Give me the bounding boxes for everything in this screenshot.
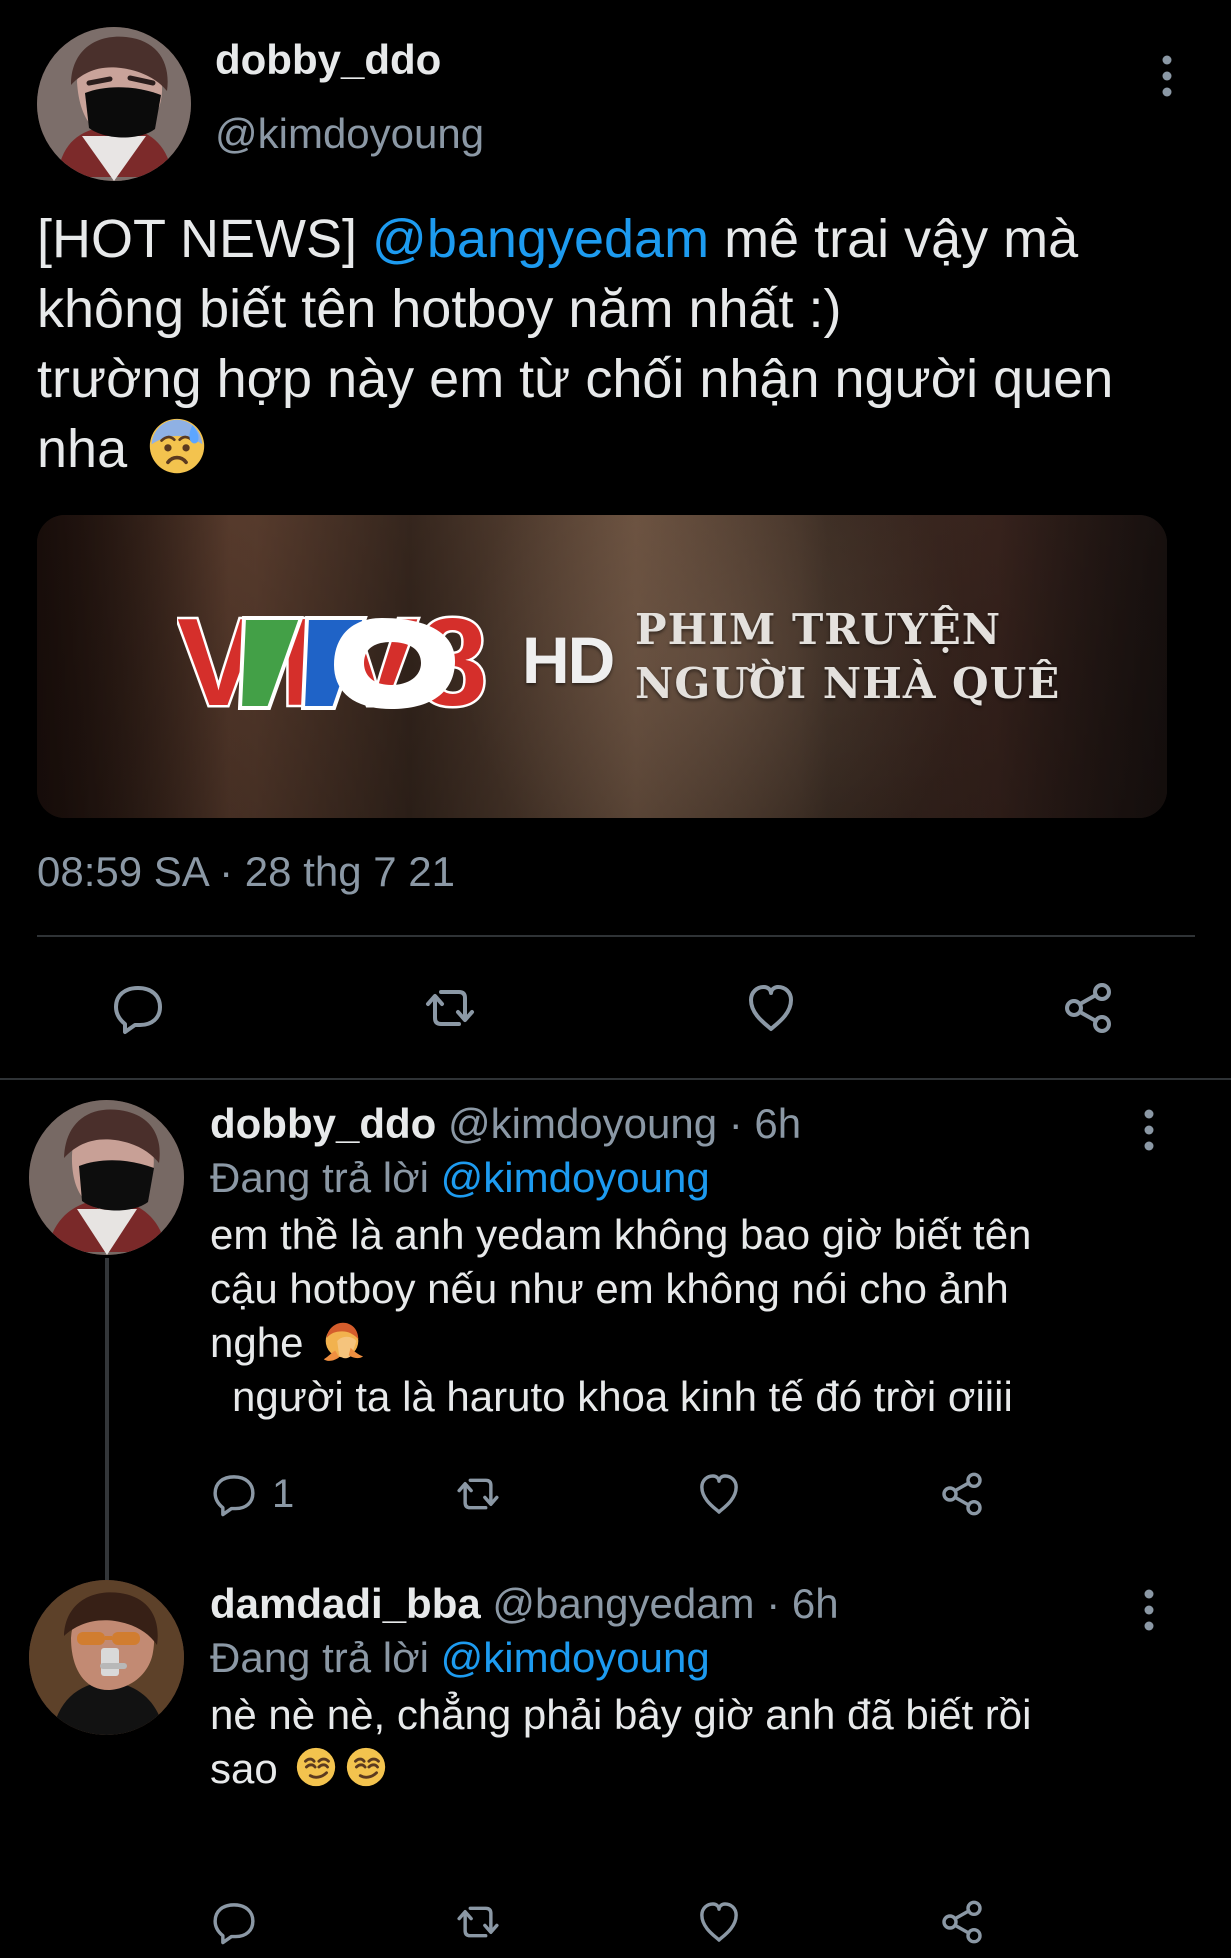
reply-author-name[interactable]: damdadi_bba xyxy=(210,1580,481,1627)
facepalm-icon xyxy=(319,1318,365,1364)
tweet-text: [HOT NEWS] @bangyedam mê trai vậy mà khô… xyxy=(37,204,1207,484)
reply-author-name[interactable]: dobby_ddo xyxy=(210,1100,436,1147)
tweet-line-2: không biết tên hotboy năm nhất :) xyxy=(37,279,842,339)
more-options-icon[interactable] xyxy=(1157,52,1177,100)
replying-to: Đang trả lời @kimdoyoung xyxy=(210,1152,710,1204)
reply-count: 1 xyxy=(272,1472,295,1516)
heart-icon xyxy=(695,1898,743,1946)
reply-line-2-text: sao xyxy=(210,1745,290,1792)
share-button[interactable] xyxy=(1060,980,1116,1036)
retweet-button[interactable] xyxy=(454,1898,502,1946)
share-icon xyxy=(938,1470,986,1518)
reply-actions: 1 xyxy=(210,1470,1110,1530)
author-avatar[interactable] xyxy=(37,27,191,181)
reply-avatar[interactable] xyxy=(29,1580,184,1735)
tweet-timestamp[interactable]: 08:59 SA · 28 thg 7 21 xyxy=(37,848,455,896)
reply-line-4: người ta là haruto khoa kinh tế đó trời … xyxy=(232,1373,1013,1420)
reply-icon xyxy=(110,980,166,1036)
avatar-image xyxy=(37,27,191,181)
author-handle[interactable]: @kimdoyoung xyxy=(215,110,484,158)
vtv8-logo: VTV8 xyxy=(177,597,527,727)
tweet-line-3: trường hợp này em từ chối nhận người que… xyxy=(37,349,1114,409)
retweet-button[interactable] xyxy=(422,980,478,1036)
program-type: PHIM TRUYỆN xyxy=(635,605,1002,654)
heart-icon xyxy=(743,980,799,1036)
reply-time[interactable]: 6h xyxy=(754,1100,801,1147)
reply-card[interactable]: dobby_ddo @kimdoyoung · 6h Đang trả lời … xyxy=(0,1078,1231,1558)
avatar-image xyxy=(29,1580,184,1735)
share-icon xyxy=(1060,980,1116,1036)
replying-to: Đang trả lời @kimdoyoung xyxy=(210,1632,710,1684)
replying-to-mention[interactable]: @kimdoyoung xyxy=(441,1634,710,1681)
reply-icon xyxy=(210,1470,258,1518)
reply-line-3: nghe xyxy=(210,1316,1170,1370)
more-options-icon[interactable] xyxy=(1139,1106,1159,1154)
reply-card[interactable]: damdadi_bba @bangyedam · 6h Đang trả lời… xyxy=(0,1558,1231,1945)
replying-label: Đang trả lời xyxy=(210,1154,441,1201)
tweet-line-4: nha xyxy=(37,414,1207,484)
replying-to-mention[interactable]: @kimdoyoung xyxy=(441,1154,710,1201)
reply-author-handle[interactable]: @bangyedam xyxy=(492,1580,754,1627)
reply-text: em thề là anh yedam không bao giờ biết t… xyxy=(210,1208,1170,1424)
like-button[interactable] xyxy=(743,980,799,1036)
share-icon xyxy=(938,1898,986,1946)
reply-header: damdadi_bba @bangyedam · 6h xyxy=(210,1578,839,1630)
more-options-icon[interactable] xyxy=(1139,1586,1159,1634)
like-button[interactable] xyxy=(695,1470,743,1518)
retweet-icon xyxy=(422,980,478,1036)
reply-actions xyxy=(210,1898,1110,1958)
meta-separator: · xyxy=(717,1100,755,1147)
smirking-face-icon xyxy=(293,1744,339,1790)
tweet-line-1: [HOT NEWS] @bangyedam mê trai vậy mà xyxy=(37,204,1207,274)
tweet-text-suffix: mê trai vậy mà xyxy=(709,209,1079,269)
tweet-text-prefix: [HOT NEWS] xyxy=(37,209,373,269)
main-tweet: dobby_ddo @kimdoyoung [HOT NEWS] @bangye… xyxy=(0,0,1231,1080)
reply-line-3-text: nghe xyxy=(210,1319,316,1366)
tweet-line-4-text: nha xyxy=(37,419,143,479)
heart-icon xyxy=(695,1470,743,1518)
reply-button[interactable] xyxy=(110,980,166,1036)
replying-label: Đang trả lời xyxy=(210,1634,441,1681)
reply-icon xyxy=(210,1898,258,1946)
reply-line-1: em thề là anh yedam không bao giờ biết t… xyxy=(210,1211,1032,1258)
meta-separator: · xyxy=(754,1580,792,1627)
tweet-media-image[interactable]: VTV8 HD PHIM TRUYỆN NGƯỜI NHÀ QUÊ xyxy=(37,515,1167,818)
reply-line-2: cậu hotboy nếu như em không nói cho ảnh xyxy=(210,1265,1009,1312)
reply-time[interactable]: 6h xyxy=(792,1580,839,1627)
avatar-image xyxy=(29,1100,184,1255)
smirking-face-icon xyxy=(343,1744,389,1790)
share-button[interactable] xyxy=(938,1898,986,1946)
reply-button[interactable]: 1 xyxy=(210,1470,294,1518)
tweet-divider xyxy=(37,935,1195,937)
like-button[interactable] xyxy=(695,1898,743,1946)
reply-line-1: nè nè nè, chẳng phải bây giờ anh đã biết… xyxy=(210,1691,1032,1738)
mention-link[interactable]: @bangyedam xyxy=(372,209,709,269)
reply-avatar[interactable] xyxy=(29,1100,184,1255)
reply-thread: dobby_ddo @kimdoyoung · 6h Đang trả lời … xyxy=(0,1078,1231,1945)
reply-text: nè nè nè, chẳng phải bây giờ anh đã biết… xyxy=(210,1688,1170,1796)
hd-label: HD xyxy=(522,623,615,697)
reply-author-handle[interactable]: @kimdoyoung xyxy=(448,1100,717,1147)
anxious-face-with-sweat-icon xyxy=(148,417,206,475)
reply-button[interactable] xyxy=(210,1898,258,1946)
retweet-icon xyxy=(454,1898,502,1946)
author-name[interactable]: dobby_ddo xyxy=(215,36,441,84)
tv-title-card: VTV8 HD PHIM TRUYỆN NGƯỜI NHÀ QUÊ xyxy=(177,591,1059,741)
share-button[interactable] xyxy=(938,1470,986,1518)
reply-header: dobby_ddo @kimdoyoung · 6h xyxy=(210,1098,801,1150)
retweet-icon xyxy=(454,1470,502,1518)
reply-line-2: sao xyxy=(210,1742,1170,1796)
program-title: NGƯỜI NHÀ QUÊ xyxy=(635,659,1061,708)
retweet-button[interactable] xyxy=(454,1470,502,1518)
